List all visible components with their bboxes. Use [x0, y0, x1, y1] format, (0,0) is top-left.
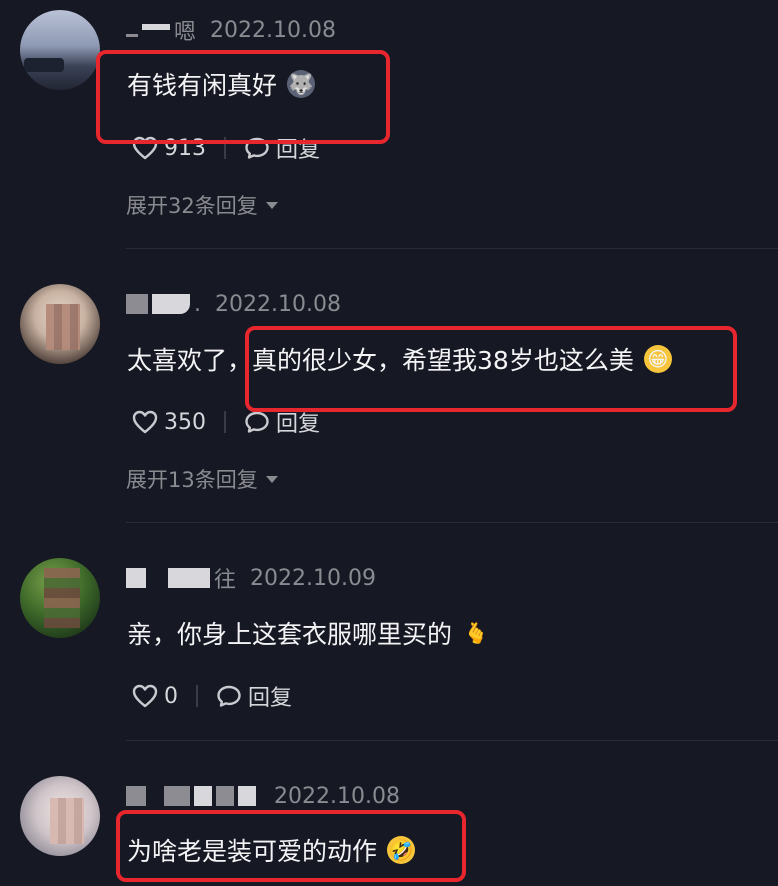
username-mask	[164, 786, 190, 806]
avatar-blur	[44, 568, 80, 628]
reply-bubble-icon	[245, 411, 269, 433]
highlight-box	[116, 810, 466, 882]
highlight-box	[245, 326, 737, 412]
expand-replies[interactable]: 展开32条回复	[126, 190, 278, 220]
username[interactable]: 嗯	[126, 14, 196, 46]
comment-meta: . 2022.10.08	[126, 288, 341, 320]
comment-text[interactable]: 亲，你身上这套衣服哪里买的 🫰	[127, 614, 490, 652]
heart-icon	[132, 410, 158, 434]
avatar-blur	[46, 304, 80, 350]
username-mask	[126, 786, 146, 806]
highlight-box	[96, 50, 390, 144]
finger-heart-emoji-icon: 🫰	[463, 621, 489, 645]
reply-bubble-icon	[217, 685, 241, 707]
username-mask	[126, 33, 138, 37]
divider	[126, 740, 778, 741]
expand-replies-label: 展开13条回复	[126, 468, 258, 492]
avatar[interactable]	[20, 284, 100, 364]
comment-list: 嗯 2022.10.08 有钱有闲真好 🐺 913 回复 展开32条回复 . 2…	[0, 0, 778, 886]
username-mask	[126, 568, 146, 588]
username-text: .	[194, 291, 201, 317]
comment-actions: 0 回复	[132, 678, 292, 714]
reply-label: 回复	[248, 686, 293, 711]
action-divider	[224, 411, 226, 433]
caret-down-icon	[265, 475, 278, 483]
comment-date: 2022.10.08	[215, 291, 341, 317]
avatar-blur	[50, 798, 84, 844]
comment-meta: 往 2022.10.09	[126, 562, 376, 594]
caret-down-icon	[265, 201, 278, 209]
comment-date: 2022.10.08	[210, 17, 336, 43]
like-count: 0	[164, 683, 178, 709]
comment-text-body: 亲，你身上这套衣服哪里买的	[127, 620, 453, 649]
divider	[126, 248, 778, 249]
username-mask	[238, 786, 256, 806]
username-mask	[216, 786, 234, 806]
comment-meta: 2022.10.08	[126, 780, 400, 812]
avatar[interactable]	[20, 776, 100, 856]
username-mask	[142, 24, 170, 30]
username[interactable]	[126, 786, 260, 806]
username-text: 嗯	[174, 20, 197, 45]
avatar[interactable]	[20, 10, 100, 90]
username[interactable]: .	[126, 292, 201, 317]
like-button[interactable]: 350	[132, 410, 206, 435]
action-divider	[196, 685, 198, 707]
comment-meta: 嗯 2022.10.08	[126, 14, 336, 46]
username-mask	[194, 786, 212, 806]
comment-date: 2022.10.09	[250, 565, 376, 591]
reply-button[interactable]: 回复	[216, 680, 292, 712]
expand-replies-label: 展开32条回复	[126, 194, 258, 218]
heart-icon	[132, 684, 158, 708]
username-text: 往	[214, 568, 237, 593]
divider	[126, 522, 778, 523]
avatar[interactable]	[20, 558, 100, 638]
expand-replies[interactable]: 展开13条回复	[126, 464, 278, 494]
like-button[interactable]: 0	[132, 684, 178, 709]
username[interactable]: 往	[126, 562, 236, 594]
username-mask	[168, 568, 210, 588]
like-count: 350	[164, 409, 206, 435]
username-mask	[126, 294, 148, 314]
comment-item: 嗯 2022.10.08 有钱有闲真好 🐺 913 回复 展开32条回复	[0, 0, 778, 250]
username-mask	[152, 294, 190, 314]
comment-date: 2022.10.08	[274, 783, 400, 809]
